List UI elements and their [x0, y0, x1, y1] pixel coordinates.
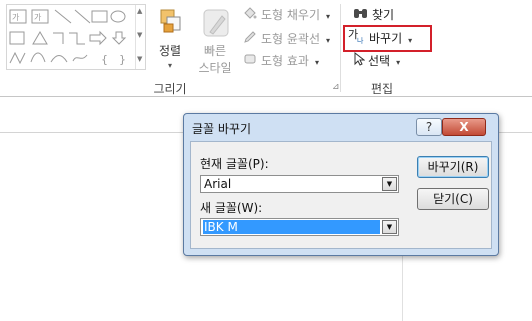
replace-caret-icon: ▾: [408, 35, 413, 45]
shape-fill-label: 도형 채우기: [261, 8, 321, 22]
quick-styles-label-1: 빠른: [203, 44, 227, 58]
binoculars-icon: [353, 6, 369, 26]
select-label: 선택: [368, 54, 391, 68]
replace-icon: 가나: [348, 28, 366, 50]
arrange-button[interactable]: 정렬 ▾: [150, 6, 190, 70]
editing-group-label: 편집: [370, 82, 394, 96]
shapes-gallery[interactable]: 가 가 { } ▲ ▼ ▼: [6, 4, 146, 70]
quick-styles-icon: [203, 9, 229, 37]
gallery-more-icon[interactable]: ▼: [137, 55, 142, 63]
pencil-icon: [243, 30, 257, 49]
arrange-label: 정렬: [158, 44, 182, 58]
current-font-dropdown-icon[interactable]: ▼: [382, 177, 397, 191]
select-caret-icon: ▾: [396, 58, 401, 67]
current-font-label: 현재 글꼴(P):: [200, 157, 269, 171]
paint-bucket-icon: [243, 6, 257, 25]
new-font-dropdown-icon[interactable]: ▼: [382, 220, 397, 234]
current-font-combobox[interactable]: Arial ▼: [200, 175, 399, 193]
new-font-value[interactable]: IBK M: [203, 220, 380, 234]
scroll-down-icon[interactable]: ▼: [137, 31, 142, 39]
close-x-button[interactable]: X: [442, 118, 486, 136]
replace-fonts-dialog: 글꼴 바꾸기 ? X 현재 글꼴(P): Arial ▼ 새 글꼴(W): IB…: [183, 113, 499, 256]
arrange-caret-icon: ▾: [167, 61, 172, 70]
shape-outline-caret-icon: ▾: [326, 36, 331, 45]
replace-label: 바꾸기: [369, 31, 403, 46]
help-button[interactable]: ?: [416, 118, 442, 136]
dialog-title: 글꼴 바꾸기: [192, 122, 252, 136]
select-button[interactable]: 선택 ▾: [353, 51, 400, 71]
ribbon: 가 가 { } ▲ ▼ ▼ 정렬 ▾ 빠른 스타일 도형 채우기 ▾ 도형 윤곽…: [0, 0, 532, 97]
shape-effects-caret-icon: ▾: [314, 58, 319, 67]
shapes-gallery-icons: 가 가 { }: [9, 9, 127, 66]
replace-dialog-button[interactable]: 바꾸기(R): [417, 156, 489, 178]
cursor-arrow-icon: [353, 51, 366, 72]
find-label: 찾기: [372, 8, 395, 22]
svg-text:나: 나: [357, 36, 364, 44]
quick-styles-label-2: 스타일: [198, 61, 232, 75]
drawing-dialog-launcher-icon[interactable]: ⊿: [332, 82, 340, 92]
shape-effects-icon: [243, 52, 257, 71]
drawing-group-label: 그리기: [153, 82, 187, 96]
shape-effects-button[interactable]: 도형 효과 ▾: [243, 52, 319, 70]
svg-text:가: 가: [12, 13, 20, 22]
scroll-up-icon[interactable]: ▲: [137, 7, 142, 15]
svg-text:가: 가: [34, 13, 42, 22]
group-separator: [340, 4, 341, 92]
gallery-scrollbar[interactable]: ▲ ▼ ▼: [135, 5, 146, 69]
new-font-combobox[interactable]: IBK M ▼: [200, 218, 399, 236]
shape-outline-label: 도형 윤곽선: [261, 32, 321, 46]
close-dialog-button[interactable]: 닫기(C): [417, 188, 489, 210]
shape-effects-label: 도형 효과: [261, 54, 309, 68]
new-font-label: 새 글꼴(W):: [200, 201, 263, 215]
quick-styles-button[interactable]: 빠른 스타일: [193, 6, 237, 76]
find-button[interactable]: 찾기: [353, 5, 394, 25]
replace-button[interactable]: 가나 바꾸기 ▾: [348, 28, 412, 48]
shape-fill-button[interactable]: 도형 채우기 ▾: [243, 6, 330, 24]
shape-outline-button[interactable]: 도형 윤곽선 ▾: [243, 30, 330, 48]
svg-text:}: }: [119, 53, 126, 66]
dialog-body: 현재 글꼴(P): Arial ▼ 새 글꼴(W): IBK M ▼ 바꾸기(R…: [190, 141, 492, 249]
svg-text:{: {: [101, 53, 108, 66]
arrange-icon: [160, 9, 181, 33]
shape-fill-caret-icon: ▾: [326, 12, 331, 21]
current-font-value: Arial: [204, 177, 232, 191]
